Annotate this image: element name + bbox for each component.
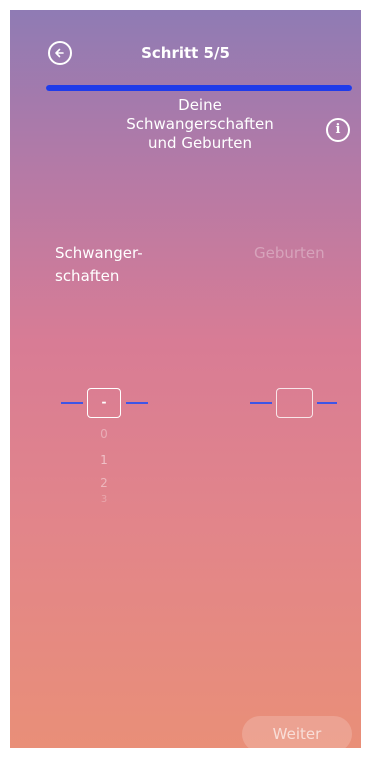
pregnancies-picker[interactable]: - [87, 388, 121, 418]
picker-line [61, 402, 83, 404]
picker-line [126, 402, 148, 404]
progress-bar [46, 85, 352, 91]
pregnancies-label: Schwanger- schaften [55, 242, 143, 288]
heading-line: und Geburten [148, 134, 252, 152]
heading-line: Schwangerschaften [126, 115, 274, 133]
pregnancies-option[interactable]: 2 [94, 476, 114, 490]
pregnancies-label-line: Schwanger- [55, 244, 143, 262]
next-button[interactable]: Weiter [242, 716, 352, 748]
picker-line [250, 402, 272, 404]
step-title: Schritt 5/5 [141, 44, 230, 62]
progress-fill [46, 85, 352, 91]
pregnancies-option[interactable]: 0 [94, 427, 114, 441]
app-screen: Schritt 5/5 Deine Schwangerschaften und … [10, 10, 361, 748]
births-picker[interactable] [276, 388, 313, 418]
pregnancies-label-line: schaften [55, 267, 120, 285]
pregnancies-option[interactable]: 1 [94, 453, 114, 467]
births-label: Geburten [254, 244, 325, 262]
pregnancies-option[interactable]: 3 [94, 494, 114, 508]
info-icon[interactable]: i [326, 118, 350, 142]
page-heading: Deine Schwangerschaften und Geburten [100, 96, 300, 153]
picker-line [317, 402, 337, 404]
heading-line: Deine [178, 96, 222, 114]
